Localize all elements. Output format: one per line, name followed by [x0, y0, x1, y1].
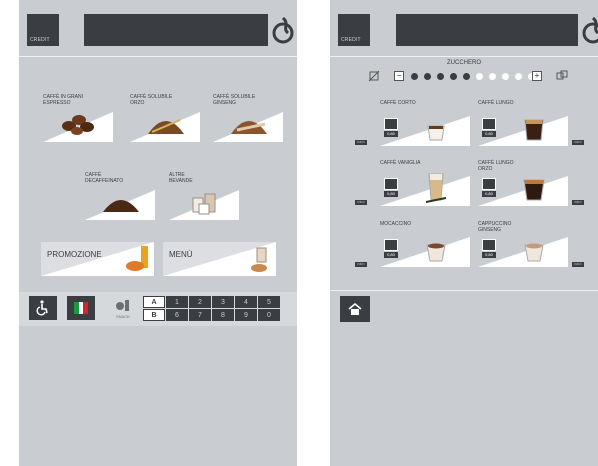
menu-food-icon	[251, 247, 267, 272]
info-button[interactable]: INFO	[572, 200, 584, 205]
header-divider	[19, 56, 297, 57]
key-0[interactable]: 0	[258, 309, 280, 321]
key-3[interactable]: 3	[212, 296, 234, 308]
key-4[interactable]: 4	[235, 296, 257, 308]
product-ginseng[interactable]: CAFFÈ SOLUBILE GINSENG	[213, 94, 283, 142]
espresso-cup-icon	[427, 125, 445, 141]
orzo-cup-icon	[523, 179, 545, 201]
italy-flag-icon	[74, 302, 88, 314]
drink-cappuccino-ginseng[interactable]: CAPPUCCINO GINSENG 0,80	[478, 221, 568, 267]
credit-label: CREDIT	[341, 37, 361, 43]
promotion-button[interactable]: PROMOZIONE	[41, 242, 154, 276]
sugar-level-dot[interactable]	[424, 73, 431, 80]
sugar-level-dot[interactable]	[450, 73, 457, 80]
sugar-decrease-button[interactable]: −	[394, 71, 404, 81]
drinks-cups-icon	[192, 193, 216, 215]
info-button[interactable]: INFO	[355, 262, 367, 267]
sugar-cubes-icon	[556, 70, 568, 80]
price-tag: 0,80	[482, 191, 496, 197]
drink-mocaccino[interactable]: MOCACCINO 0,80	[380, 221, 470, 267]
product-thumb	[384, 239, 398, 251]
product-thumb	[482, 178, 496, 190]
menu-label: MENÙ	[169, 250, 193, 259]
snack-juice-icon	[126, 246, 148, 271]
cappuccino-cup-icon	[524, 243, 544, 262]
key-b[interactable]: B	[143, 309, 165, 321]
product-thumb	[482, 239, 496, 251]
sugar-title: ZUCCHERO	[447, 60, 481, 66]
flame-logo-icon	[272, 16, 294, 44]
key-8[interactable]: 8	[212, 309, 234, 321]
message-display	[84, 14, 268, 46]
message-display	[396, 14, 578, 46]
drink-select-screen: CREDIT ZUCCHERO − + CAFFÈ CORTO 0,80 INF…	[330, 0, 598, 466]
key-2[interactable]: 2	[189, 296, 211, 308]
credit-display: CREDIT	[338, 14, 370, 46]
key-a[interactable]: A	[143, 296, 165, 308]
promotion-label: PROMOZIONE	[47, 250, 102, 259]
product-thumb	[384, 178, 398, 190]
no-sugar-icon	[368, 70, 380, 82]
info-button[interactable]: INFO	[355, 140, 367, 145]
main-menu-screen: CREDIT CAFFÈ IN GRANI ESPRESSO CAFFÈ SOL…	[19, 0, 297, 466]
price-tag: 0,80	[482, 131, 496, 137]
lungo-cup-icon	[524, 119, 544, 141]
flame-logo-icon	[582, 16, 598, 44]
vanilla-glass-icon	[425, 173, 447, 203]
product-thumb	[482, 118, 496, 130]
key-7[interactable]: 7	[189, 309, 211, 321]
sugar-increase-button[interactable]: +	[532, 71, 542, 81]
home-button[interactable]	[340, 296, 370, 322]
credit-display: CREDIT	[27, 14, 59, 46]
price-tag: 0,80	[384, 252, 398, 258]
sugar-level-dot[interactable]	[411, 73, 418, 80]
info-button[interactable]: INFO	[355, 200, 367, 205]
info-button[interactable]: INFO	[572, 262, 584, 267]
sugar-level-dot[interactable]	[502, 73, 509, 80]
key-9[interactable]: 9	[235, 309, 257, 321]
product-orzo[interactable]: CAFFÈ SOLUBILE ORZO	[130, 94, 200, 142]
key-1[interactable]: 1	[166, 296, 188, 308]
info-button[interactable]: INFO	[572, 140, 584, 145]
barley-powder-icon	[148, 119, 184, 134]
coffee-beans-icon	[62, 115, 94, 135]
mocaccino-cup-icon	[426, 243, 446, 262]
product-decaf[interactable]: CAFFÈ DECAFFEINATO	[85, 172, 155, 220]
key-5[interactable]: 5	[258, 296, 280, 308]
home-icon	[348, 303, 362, 315]
menu-button[interactable]: MENÙ	[163, 242, 276, 276]
snack-icon	[116, 300, 129, 311]
credit-label: CREDIT	[30, 37, 50, 43]
drink-caffe-corto[interactable]: CAFFÈ CORTO 0,80	[380, 100, 470, 146]
sugar-level-dot[interactable]	[476, 73, 483, 80]
drink-caffe-lungo[interactable]: CAFFÈ LUNGO 0,80	[478, 100, 568, 146]
key-6[interactable]: 6	[166, 309, 188, 321]
drink-caffe-vaniglia[interactable]: CAFFÈ VANIGLIA 0,80	[380, 160, 470, 206]
header-divider	[330, 56, 598, 57]
product-other-drinks[interactable]: ALTRE BEVANDE	[169, 172, 239, 220]
accessibility-button[interactable]	[29, 296, 57, 320]
sugar-level-dot[interactable]	[437, 73, 444, 80]
price-tag: 0,80	[384, 191, 398, 197]
footer-divider	[330, 290, 598, 291]
snack-label: SNACK	[116, 314, 130, 319]
product-espresso[interactable]: CAFFÈ IN GRANI ESPRESSO	[43, 94, 113, 142]
decaf-powder-icon	[103, 200, 139, 212]
bottom-toolbar: SNACK A B 1 2 3 4 5 6 7 8 9 0	[19, 292, 297, 326]
language-button[interactable]	[67, 296, 95, 320]
drink-caffe-lungo-orzo[interactable]: CAFFÈ LUNGO ORZO 0,80	[478, 160, 568, 206]
sugar-level-dot[interactable]	[489, 73, 496, 80]
sugar-selector: − +	[368, 70, 568, 82]
price-tag: 0,80	[384, 131, 398, 137]
sugar-level-dot[interactable]	[515, 73, 522, 80]
product-thumb	[384, 118, 398, 130]
ginseng-powder-icon	[231, 121, 267, 134]
wheelchair-icon	[36, 300, 48, 316]
sugar-level-dot[interactable]	[463, 73, 470, 80]
price-tag: 0,80	[482, 252, 496, 258]
